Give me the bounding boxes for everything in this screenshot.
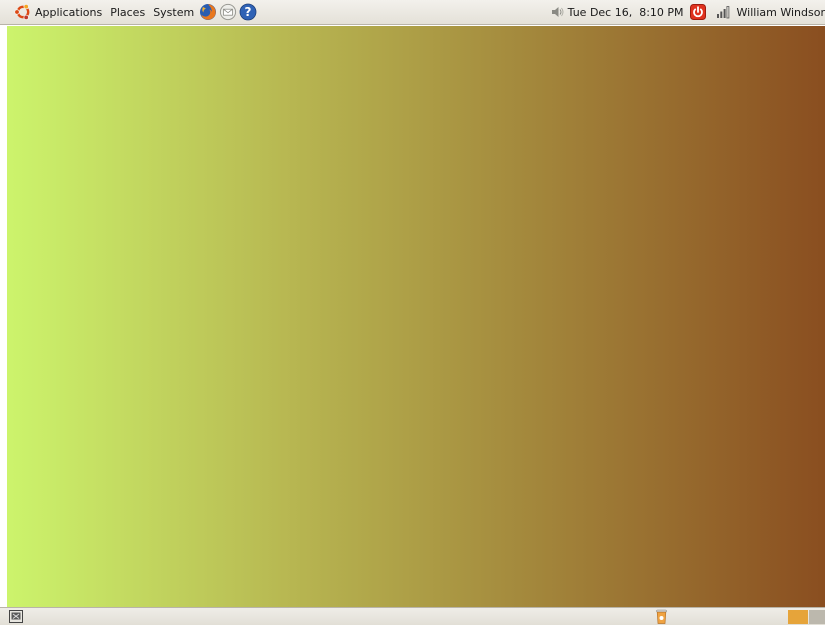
workspace-2[interactable] bbox=[809, 610, 825, 624]
power-icon bbox=[689, 4, 706, 20]
clock[interactable]: Tue Dec 16, 8:10 PM bbox=[568, 0, 684, 24]
trash-icon bbox=[656, 609, 667, 624]
user-name[interactable]: William Windsor bbox=[737, 0, 825, 24]
signal-strength-icon bbox=[716, 6, 729, 19]
system-menu[interactable]: System bbox=[149, 0, 198, 24]
screen: Applications Places System ? Tue Dec 16,… bbox=[0, 0, 825, 625]
desktop-edge bbox=[0, 26, 7, 607]
workspace-1[interactable] bbox=[788, 610, 808, 624]
places-label: Places bbox=[110, 5, 146, 19]
network-applet[interactable] bbox=[716, 0, 730, 24]
bottom-panel bbox=[0, 607, 825, 625]
applications-label: Applications bbox=[35, 5, 103, 19]
panel-tray: Tue Dec 16, 8:10 PM William Windsor bbox=[551, 0, 825, 24]
show-desktop-button[interactable] bbox=[9, 610, 23, 625]
volume-applet[interactable] bbox=[551, 0, 565, 24]
firefox-icon bbox=[200, 4, 217, 20]
speaker-muted-icon bbox=[551, 7, 564, 17]
help-launcher[interactable]: ? bbox=[239, 3, 257, 21]
help-icon: ? bbox=[239, 3, 257, 21]
top-panel: Applications Places System ? Tue Dec 16,… bbox=[0, 0, 825, 25]
places-menu[interactable]: Places bbox=[106, 0, 149, 24]
ubuntu-logo-icon bbox=[14, 3, 30, 21]
trash-applet[interactable] bbox=[655, 608, 668, 625]
panel-menus: Applications Places System ? bbox=[0, 0, 258, 24]
desktop-background[interactable] bbox=[7, 26, 825, 607]
svg-text:?: ? bbox=[245, 5, 252, 19]
applications-menu[interactable]: Applications bbox=[10, 0, 106, 24]
show-desktop-icon bbox=[9, 610, 23, 623]
shutdown-button[interactable] bbox=[689, 0, 706, 24]
mail-launcher[interactable] bbox=[219, 3, 237, 21]
firefox-launcher[interactable] bbox=[199, 3, 217, 21]
system-label: System bbox=[153, 5, 195, 19]
mail-icon bbox=[220, 3, 237, 21]
